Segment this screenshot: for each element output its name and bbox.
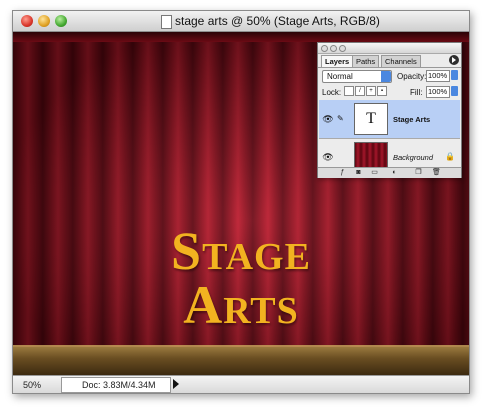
- layer-style-icon[interactable]: ƒ: [338, 169, 347, 177]
- headline-line-1: Stage: [171, 221, 311, 281]
- status-bar: 50% Doc: 3.83M/4.34M: [13, 375, 469, 393]
- layer-name[interactable]: Stage Arts: [393, 115, 430, 124]
- delete-layer-icon[interactable]: 🗑: [432, 169, 441, 177]
- layer-name[interactable]: Background: [393, 153, 433, 162]
- tab-layers[interactable]: Layers: [321, 55, 354, 67]
- doc-info-text: Doc: 3.83M/4.34M: [82, 380, 156, 390]
- eye-visibility-icon[interactable]: 👁: [322, 153, 334, 162]
- zoom-level[interactable]: 50%: [23, 380, 41, 390]
- text-layer-thumbnail: T: [354, 103, 388, 135]
- curtain-valance: [13, 32, 469, 42]
- palette-close-icon[interactable]: [321, 45, 328, 52]
- lock-transparency-icon[interactable]: [344, 86, 354, 96]
- lock-all-icon[interactable]: ▪: [377, 86, 387, 96]
- status-menu-arrow-icon[interactable]: [173, 379, 179, 389]
- window-title: stage arts @ 50% (Stage Arts, RGB/8): [175, 14, 380, 28]
- palette-titlebar[interactable]: [318, 43, 461, 54]
- opacity-label: Opacity:: [397, 72, 427, 81]
- tab-channels[interactable]: Channels: [381, 55, 421, 67]
- brush-icon[interactable]: ✎: [337, 114, 346, 123]
- blend-mode-value: Normal: [327, 72, 353, 81]
- title-bar[interactable]: stage arts @ 50% (Stage Arts, RGB/8): [13, 11, 469, 32]
- opacity-slider-arrow-icon[interactable]: [451, 70, 458, 80]
- layer-row-stage-arts[interactable]: 👁 ✎ T Stage Arts: [319, 100, 460, 139]
- lock-image-icon[interactable]: /: [355, 86, 365, 96]
- doc-info-field[interactable]: Doc: 3.83M/4.34M: [61, 377, 171, 393]
- palette-footer: ƒ ◙ ▭ ◐ ❐ 🗑: [318, 167, 461, 178]
- adjustment-layer-icon[interactable]: ◐: [390, 169, 399, 177]
- eye-visibility-icon[interactable]: 👁: [322, 115, 334, 124]
- lock-position-icon[interactable]: +: [366, 86, 376, 96]
- headline-line-2: Arts: [183, 275, 299, 335]
- lock-label: Lock:: [322, 88, 342, 97]
- close-button[interactable]: [21, 15, 33, 27]
- minimize-button[interactable]: [38, 15, 50, 27]
- palette-menu-icon[interactable]: [449, 55, 459, 65]
- blend-mode-arrow-icon: [381, 71, 391, 82]
- stage-floor: [13, 347, 469, 375]
- fill-slider-arrow-icon[interactable]: [451, 86, 458, 96]
- palette-tabs: Layers Paths Channels: [318, 54, 461, 68]
- zoom-button[interactable]: [55, 15, 67, 27]
- fill-field[interactable]: 100%: [426, 86, 450, 98]
- layers-palette: Layers Paths Channels Normal Opacity: 10…: [317, 42, 462, 178]
- add-mask-icon[interactable]: ◙: [354, 169, 363, 177]
- palette-zoom-icon[interactable]: [339, 45, 346, 52]
- opacity-field[interactable]: 100%: [426, 70, 450, 82]
- lock-icon: 🔒: [445, 152, 455, 161]
- fill-label: Fill:: [410, 88, 423, 97]
- new-layer-icon[interactable]: ❐: [414, 169, 423, 177]
- new-group-icon[interactable]: ▭: [370, 169, 379, 177]
- document-icon: [161, 15, 172, 29]
- palette-minimize-icon[interactable]: [330, 45, 337, 52]
- tab-paths[interactable]: Paths: [352, 55, 380, 67]
- blend-mode-select[interactable]: Normal: [322, 70, 392, 83]
